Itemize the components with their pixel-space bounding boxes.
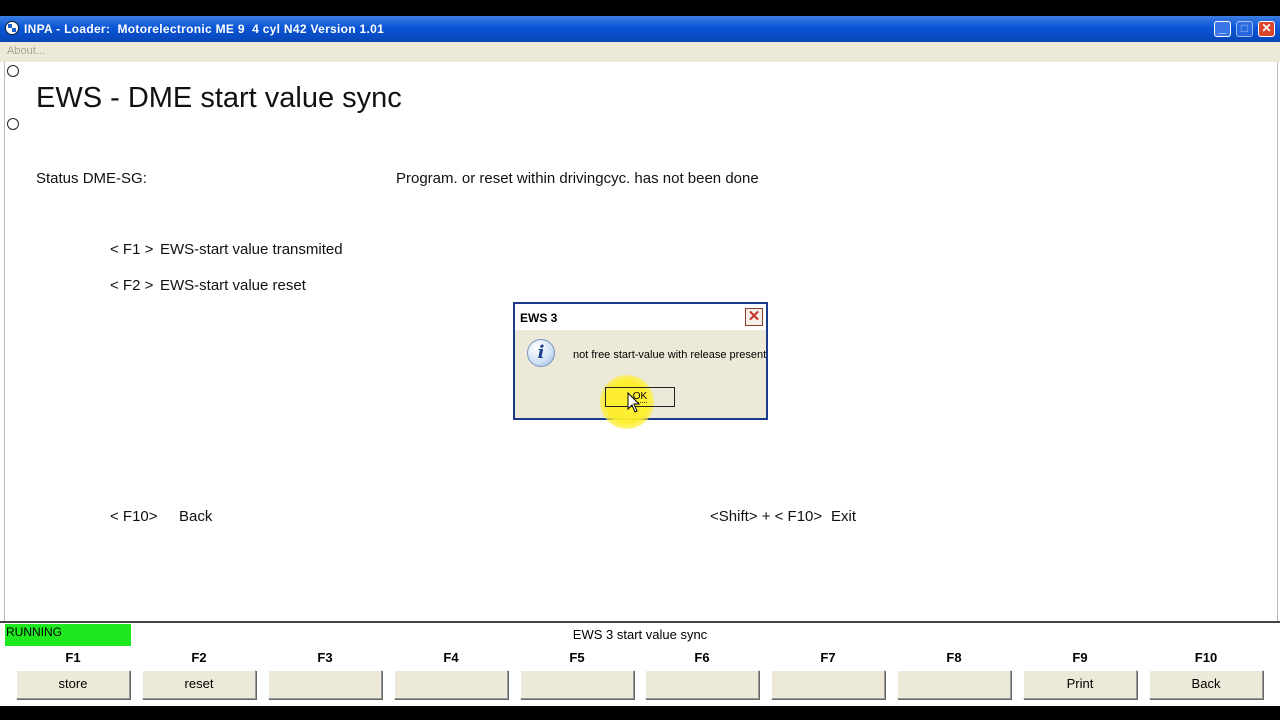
dialog-title-bar[interactable]: EWS 3 ✕	[515, 304, 766, 330]
f3-button[interactable]	[268, 670, 382, 699]
dialog-title: EWS 3	[520, 311, 558, 325]
fkey-label-f6: F6	[694, 650, 710, 665]
status-area: RUNNING EWS 3 start value sync F1 F2 F3 …	[0, 621, 1280, 706]
f5-button[interactable]	[520, 670, 634, 699]
option-f2-key: < F2 >	[110, 277, 154, 294]
back-hint-key: < F10>	[110, 508, 158, 525]
radio-indicator	[7, 65, 19, 77]
status-label: Status DME-SG:	[36, 170, 147, 187]
f9-print-button[interactable]: Print	[1023, 670, 1137, 699]
fkey-label-f9: F9	[1072, 650, 1088, 665]
message-dialog: EWS 3 ✕ i not free start-value with rele…	[513, 302, 768, 429]
f8-button[interactable]	[897, 670, 1011, 699]
fkey-label-f5: F5	[569, 650, 585, 665]
f7-button[interactable]	[771, 670, 885, 699]
screen-title: EWS 3 start value sync	[572, 627, 708, 642]
fkey-label-f1: F1	[65, 650, 81, 665]
menu-about[interactable]: About...	[7, 45, 45, 57]
maximize-button[interactable]: □	[1236, 21, 1253, 37]
radio-indicator	[7, 118, 19, 130]
f6-button[interactable]	[645, 670, 759, 699]
back-hint-label: Back	[179, 508, 213, 525]
fkey-label-f7: F7	[820, 650, 836, 665]
exit-hint-label: Exit	[831, 508, 857, 525]
menu-bar: About...	[0, 42, 1280, 62]
info-icon: i	[527, 339, 555, 367]
fkey-label-f10: F10	[1194, 650, 1218, 665]
f10-back-button[interactable]: Back	[1149, 670, 1263, 699]
fkey-label-f4: F4	[443, 650, 459, 665]
f1-store-button[interactable]: store	[16, 670, 130, 699]
minimize-button[interactable]: _	[1214, 21, 1231, 37]
status-value: Program. or reset within drivingcyc. has…	[396, 170, 759, 187]
option-f1-key: < F1 >	[110, 241, 154, 258]
window-title: INPA - Loader: Motorelectronic ME 9 4 cy…	[24, 22, 385, 36]
f4-button[interactable]	[394, 670, 508, 699]
mouse-cursor-icon	[627, 392, 641, 413]
fkey-label-f8: F8	[946, 650, 962, 665]
exit-hint-key: <Shift> + < F10>	[710, 508, 823, 525]
dialog-close-button[interactable]: ✕	[745, 308, 763, 326]
page-title: EWS - DME start value sync	[36, 82, 402, 114]
title-bar[interactable]: INPA - Loader: Motorelectronic ME 9 4 cy…	[0, 16, 1280, 42]
fkey-label-f3: F3	[317, 650, 333, 665]
option-f1-label: EWS-start value transmited	[160, 241, 343, 258]
dialog-message: not free start-value with release presen…	[573, 349, 767, 361]
f2-reset-button[interactable]: reset	[142, 670, 256, 699]
close-button[interactable]: ✕	[1258, 21, 1275, 37]
fkey-label-f2: F2	[191, 650, 207, 665]
option-f2-label: EWS-start value reset	[160, 277, 306, 294]
bmw-logo-icon[interactable]	[5, 21, 19, 35]
